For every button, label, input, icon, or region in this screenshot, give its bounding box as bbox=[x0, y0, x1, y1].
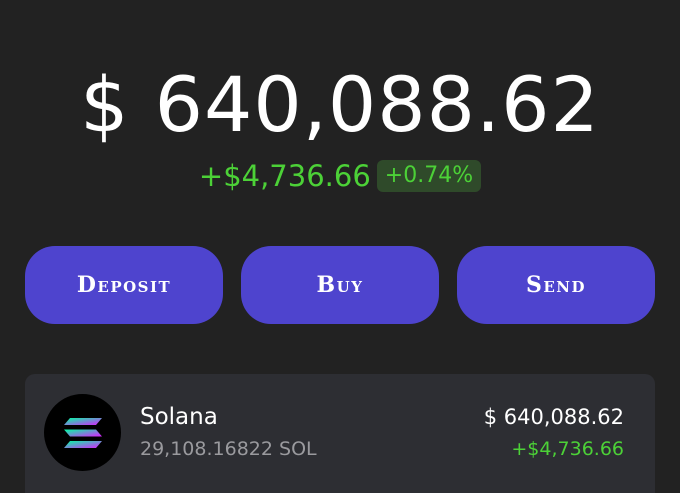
buy-button[interactable]: Buy bbox=[241, 246, 439, 324]
token-quantity: 29,108.16822 SOL bbox=[140, 438, 317, 460]
total-balance: $ 640,088.62 bbox=[80, 60, 600, 149]
send-button[interactable]: Send bbox=[457, 246, 655, 324]
action-buttons: Deposit Buy Send bbox=[25, 246, 655, 324]
balance-change-row: +$4,736.66 +0.74% bbox=[0, 158, 680, 194]
token-name: Solana bbox=[140, 404, 218, 430]
balance-change-amount: +$4,736.66 bbox=[198, 159, 371, 193]
balance-change-percent-badge: +0.74% bbox=[376, 160, 482, 192]
token-change: +$4,736.66 bbox=[511, 438, 624, 460]
token-row-solana[interactable]: Solana 29,108.16822 SOL $ 640,088.62 +$4… bbox=[25, 374, 655, 493]
deposit-button[interactable]: Deposit bbox=[25, 246, 223, 324]
solana-logo-icon bbox=[44, 394, 121, 471]
token-value: $ 640,088.62 bbox=[483, 405, 624, 429]
